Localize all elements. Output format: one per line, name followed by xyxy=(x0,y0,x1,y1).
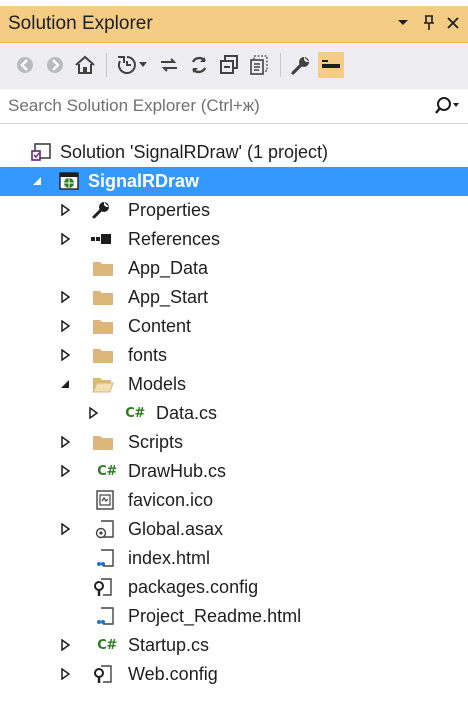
search-input[interactable] xyxy=(0,89,420,122)
collapsed-arrow-icon[interactable] xyxy=(58,638,72,652)
tree-row-scripts[interactable]: Scripts xyxy=(0,428,468,457)
html-file-icon xyxy=(94,548,116,568)
expanded-arrow-icon[interactable] xyxy=(58,377,72,391)
window-title: Solution Explorer xyxy=(8,13,153,34)
tree-item-label: favicon.ico xyxy=(128,490,214,510)
config-file-icon xyxy=(92,577,114,597)
folder-icon xyxy=(92,432,114,452)
folder-icon xyxy=(92,258,114,278)
properties-wrench-icon[interactable] xyxy=(288,52,314,78)
collapsed-arrow-icon[interactable] xyxy=(58,348,72,362)
folder-icon xyxy=(92,345,114,365)
csharp-file-icon: C# xyxy=(97,637,117,653)
close-icon[interactable] xyxy=(442,12,464,34)
tree-row-models[interactable]: Models xyxy=(0,370,468,399)
tree-row-startup-cs[interactable]: C# Startup.cs xyxy=(0,631,468,660)
tree-item-label: DrawHub.cs xyxy=(128,461,227,481)
back-icon[interactable] xyxy=(12,52,38,78)
collapsed-arrow-icon[interactable] xyxy=(58,522,72,536)
tree-row-project-readme[interactable]: Project_Readme.html xyxy=(0,602,468,631)
tree-item-label: Global.asax xyxy=(128,519,224,539)
tree-item-label: App_Data xyxy=(128,258,209,278)
solution-explorer-window: Solution Explorer Search Solution Explor… xyxy=(0,0,468,706)
tree-row-favicon[interactable]: favicon.ico xyxy=(0,486,468,515)
tree-row-web-config[interactable]: Web.config xyxy=(0,660,468,689)
sync-with-document-icon[interactable] xyxy=(156,52,182,78)
csharp-file-icon: C# xyxy=(125,405,145,421)
toolbar-separator xyxy=(280,53,281,77)
solution-icon xyxy=(30,142,52,162)
pin-icon[interactable] xyxy=(418,12,440,34)
forward-icon[interactable] xyxy=(42,52,68,78)
tree-item-label: App_Start xyxy=(128,287,209,307)
tree-item-label: Data.cs xyxy=(156,403,218,423)
collapsed-arrow-icon[interactable] xyxy=(58,290,72,304)
collapsed-arrow-icon[interactable] xyxy=(58,232,72,246)
collapsed-arrow-icon[interactable] xyxy=(86,406,100,420)
tree-item-label: index.html xyxy=(128,548,211,568)
tree-row-drawhub-cs[interactable]: C# DrawHub.cs xyxy=(0,457,468,486)
folder-icon xyxy=(92,316,114,336)
tree-item-label: Project_Readme.html xyxy=(128,606,302,626)
solution-tree: Solution 'SignalRDraw' (1 project) Signa… xyxy=(0,124,468,706)
tree-row-packages-config[interactable]: packages.config xyxy=(0,573,468,602)
tree-item-label: Web.config xyxy=(128,664,218,684)
wrench-icon xyxy=(90,200,112,220)
references-icon xyxy=(90,229,112,249)
csharp-file-icon: C# xyxy=(97,463,117,479)
tree-row-app-data[interactable]: App_Data xyxy=(0,254,468,283)
tree-row-global-asax[interactable]: Global.asax xyxy=(0,515,468,544)
preview-selected-items-icon[interactable] xyxy=(318,52,344,78)
global-asax-icon xyxy=(94,519,116,539)
tree-item-label: Models xyxy=(128,374,187,394)
image-file-icon xyxy=(94,490,116,510)
tree-row-properties[interactable]: Properties xyxy=(0,196,468,225)
tree-item-label: Scripts xyxy=(128,432,184,452)
tree-row-solution[interactable]: Solution 'SignalRDraw' (1 project) xyxy=(0,138,468,167)
tree-item-label: packages.config xyxy=(128,577,259,597)
refresh-icon[interactable] xyxy=(186,52,212,78)
tree-row-app-start[interactable]: App_Start xyxy=(0,283,468,312)
collapsed-arrow-icon[interactable] xyxy=(58,319,72,333)
tree-row-index-html[interactable]: index.html xyxy=(0,544,468,573)
tree-row-fonts[interactable]: fonts xyxy=(0,341,468,370)
html-file-icon xyxy=(94,606,116,626)
solution-label: Solution 'SignalRDraw' (1 project) xyxy=(60,142,328,162)
dropdown-arrow-icon[interactable] xyxy=(136,52,150,78)
tree-item-label: fonts xyxy=(128,345,168,365)
config-file-icon xyxy=(92,664,114,684)
show-all-files-icon[interactable] xyxy=(246,52,272,78)
dropdown-arrow-icon[interactable] xyxy=(392,12,414,34)
toolbar-separator xyxy=(106,53,107,77)
folder-icon xyxy=(92,287,114,307)
search-icon[interactable] xyxy=(432,94,462,118)
collapse-all-icon[interactable] xyxy=(216,52,242,78)
open-folder-icon xyxy=(92,374,114,394)
tree-row-data-cs[interactable]: C# Data.cs xyxy=(0,399,468,428)
tree-row-project[interactable]: SignalRDraw xyxy=(0,167,468,196)
tree-item-label: Startup.cs xyxy=(128,635,210,655)
tree-item-label: Properties xyxy=(128,200,211,220)
collapsed-arrow-icon[interactable] xyxy=(58,203,72,217)
title-bar: Solution Explorer xyxy=(0,6,468,43)
collapsed-arrow-icon[interactable] xyxy=(58,435,72,449)
collapsed-arrow-icon[interactable] xyxy=(58,464,72,478)
tree-row-references[interactable]: References xyxy=(0,225,468,254)
tree-row-content[interactable]: Content xyxy=(0,312,468,341)
web-project-icon xyxy=(58,171,80,191)
tree-item-label: References xyxy=(128,229,221,249)
toolbar xyxy=(0,43,468,90)
project-label: SignalRDraw xyxy=(88,171,200,191)
tree-item-label: Content xyxy=(128,316,192,336)
collapsed-arrow-icon[interactable] xyxy=(58,667,72,681)
home-icon[interactable] xyxy=(72,52,98,78)
search-bar xyxy=(0,89,468,124)
expanded-arrow-icon[interactable] xyxy=(30,174,44,188)
